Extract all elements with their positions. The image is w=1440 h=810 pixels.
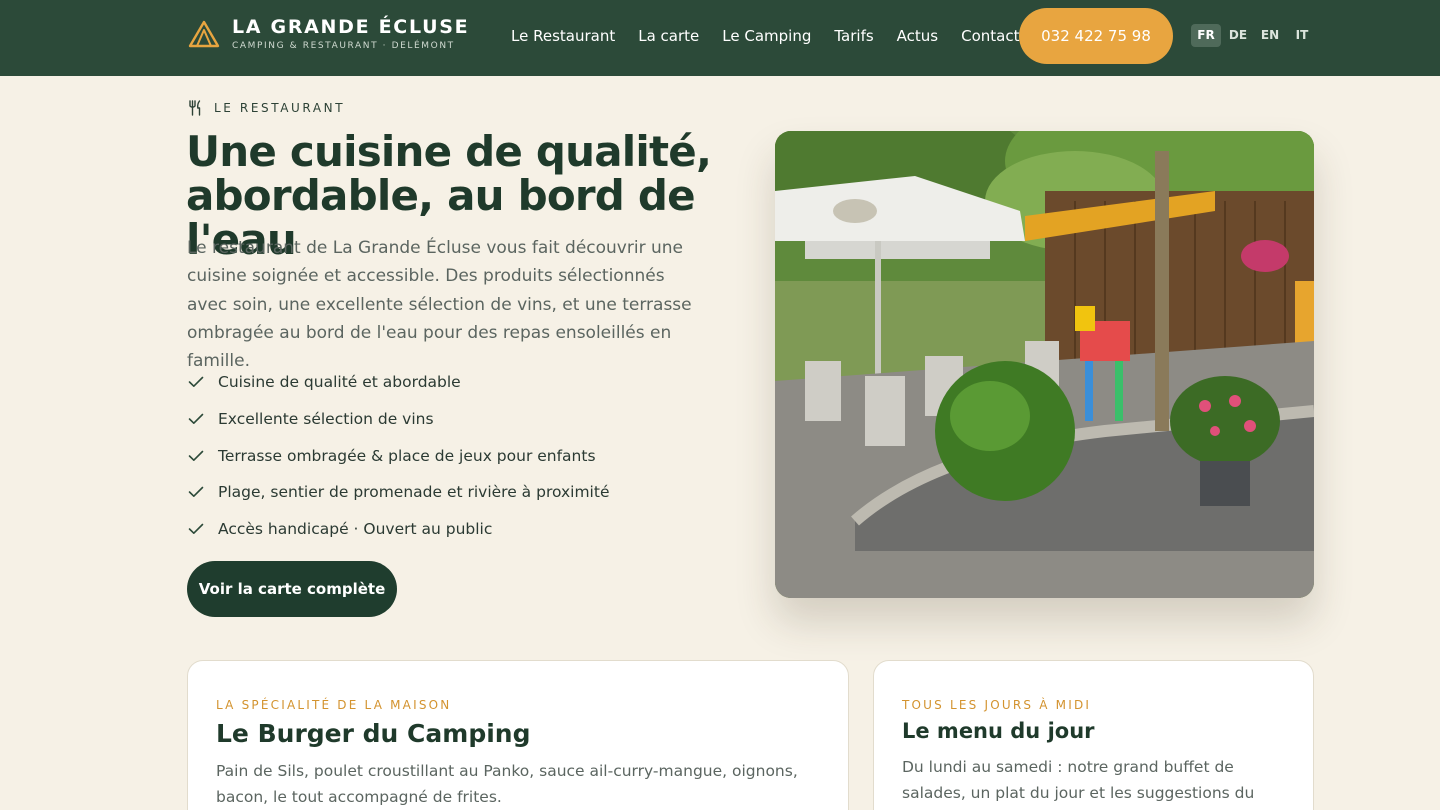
- card-kicker: TOUS LES JOURS À MIDI: [902, 698, 1092, 712]
- feature-label: Excellente sélection de vins: [218, 410, 434, 429]
- card-title: Le Burger du Camping: [216, 719, 531, 748]
- feature-item: Accès handicapé · Ouvert au public: [188, 511, 609, 548]
- language-switcher: FR DE EN IT: [1191, 24, 1319, 47]
- fork-knife-icon: [189, 100, 201, 116]
- brand-title: LA GRANDE ÉCLUSE: [232, 16, 470, 38]
- lang-de[interactable]: DE: [1223, 24, 1253, 47]
- card-kicker: LA SPÉCIALITÉ DE LA MAISON: [216, 698, 452, 712]
- nav-contact[interactable]: Contact: [961, 26, 1019, 46]
- brand-subtitle: CAMPING & RESTAURANT · DELÉMONT: [232, 41, 455, 51]
- check-icon: [188, 377, 204, 388]
- title-line-1: Une cuisine de qualité,: [186, 127, 712, 176]
- check-icon: [188, 523, 204, 535]
- nav-le-restaurant[interactable]: Le Restaurant: [511, 26, 615, 46]
- check-icon: [188, 413, 204, 425]
- restaurant-terrace-photo: [775, 131, 1314, 598]
- check-icon: [188, 450, 204, 461]
- card-text: Pain de Sils, poulet croustillant au Pan…: [216, 762, 798, 806]
- check-icon: [188, 487, 204, 498]
- nav-actus[interactable]: Actus: [897, 26, 938, 46]
- nav-tarifs[interactable]: Tarifs: [834, 26, 873, 46]
- feature-label: Plage, sentier de promenade et rivière à…: [218, 483, 610, 502]
- eyebrow-label: LE RESTAURANT: [214, 101, 346, 115]
- nav-le-camping[interactable]: Le Camping: [722, 26, 811, 46]
- site-header: LA GRANDE ÉCLUSE CAMPING & RESTAURANT · …: [0, 0, 1440, 76]
- feature-label: Accès handicapé · Ouvert au public: [218, 520, 493, 539]
- feature-list: Cuisine de qualité et abordable Excellen…: [188, 364, 609, 547]
- lang-fr[interactable]: FR: [1191, 24, 1221, 47]
- hero-description: Le restaurant de La Grande Écluse vous f…: [187, 238, 692, 372]
- lang-it[interactable]: IT: [1287, 24, 1317, 47]
- brand-text: LA GRANDE ÉCLUSE CAMPING & RESTAURANT · …: [232, 16, 469, 52]
- card-text: Du lundi au samedi : notre grand buffet …: [902, 758, 1255, 810]
- feature-label: Terrasse ombragée & place de jeux pour e…: [218, 446, 596, 465]
- feature-label: Cuisine de qualité et abordable: [218, 373, 461, 392]
- feature-item: Plage, sentier de promenade et rivière à…: [188, 474, 609, 511]
- tent-icon: [188, 20, 220, 48]
- feature-item: Cuisine de qualité et abordable: [188, 364, 609, 401]
- feature-item: Excellente sélection de vins: [188, 401, 609, 438]
- phone-button[interactable]: 032 422 75 98: [1019, 8, 1173, 64]
- lang-en[interactable]: EN: [1255, 24, 1285, 47]
- brand-logo[interactable]: LA GRANDE ÉCLUSE CAMPING & RESTAURANT · …: [188, 16, 469, 52]
- section-eyebrow: LE RESTAURANT: [188, 100, 345, 116]
- feature-item: Terrasse ombragée & place de jeux pour e…: [188, 437, 609, 474]
- specialty-card[interactable]: LA SPÉCIALITÉ DE LA MAISON Le Burger du …: [187, 660, 849, 810]
- view-menu-button[interactable]: Voir la carte complète: [187, 561, 397, 617]
- card-title: Le menu du jour: [902, 719, 1095, 743]
- daily-menu-card[interactable]: TOUS LES JOURS À MIDI Le menu du jour Du…: [873, 660, 1314, 810]
- nav-la-carte[interactable]: La carte: [638, 26, 699, 46]
- main-nav: Le Restaurant La carte Le Camping Tarifs…: [511, 26, 1042, 46]
